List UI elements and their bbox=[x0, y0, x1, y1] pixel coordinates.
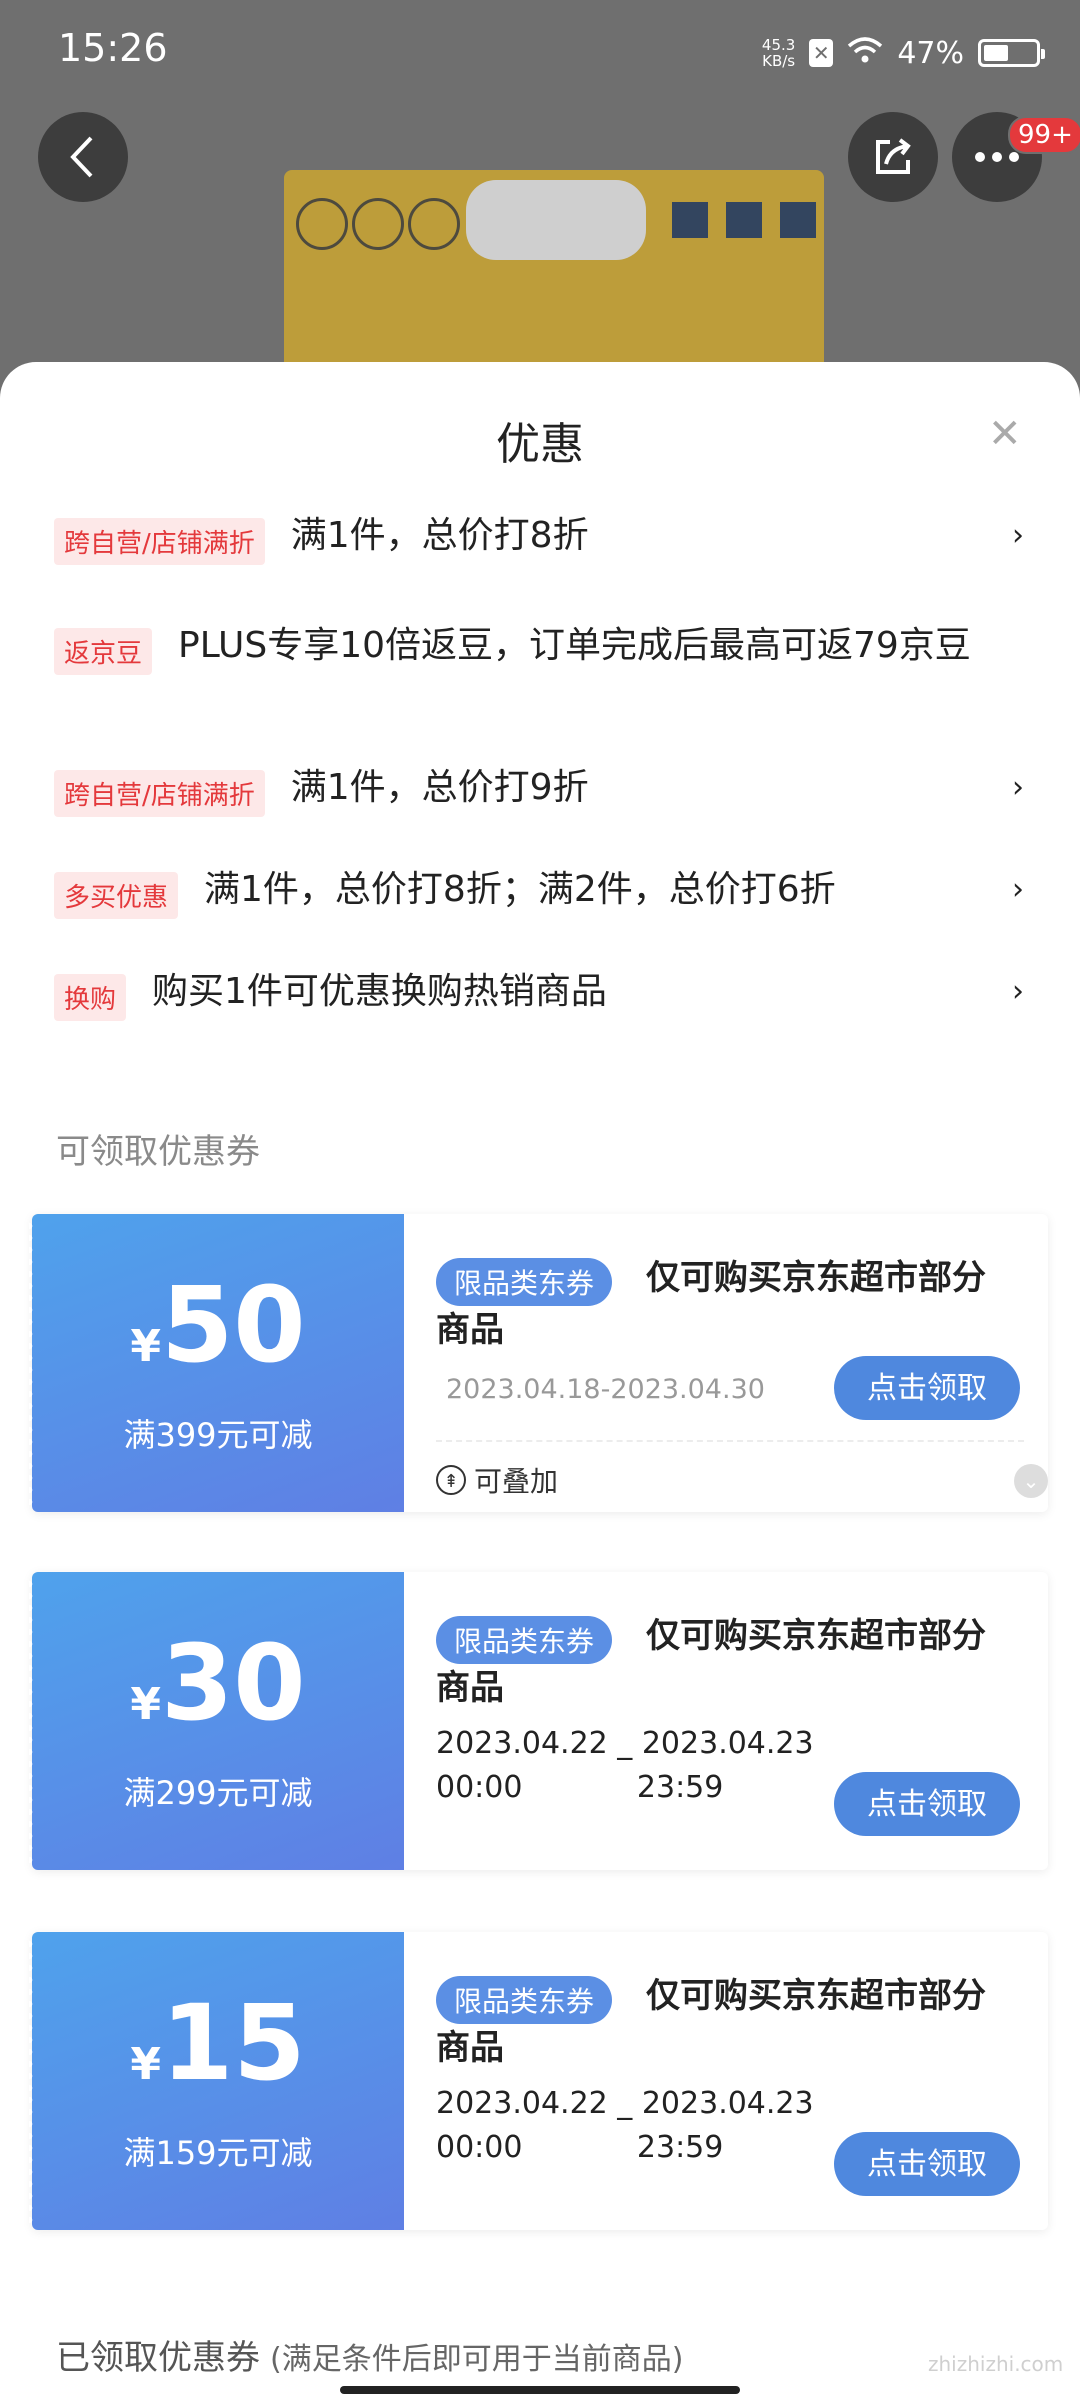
divider bbox=[436, 1440, 1024, 1442]
available-coupons-heading: 可领取优惠券 bbox=[56, 1132, 260, 1172]
coupon-validity: 2023.04.22 _ 2023.04.23 00:00 23:59 bbox=[436, 2086, 814, 2165]
network-speed: 45.3 KB/s bbox=[761, 36, 796, 70]
chevron-right-icon: › bbox=[1012, 872, 1024, 907]
promotion-tag: 跨自营/店铺满折 bbox=[54, 518, 265, 565]
chevron-down-icon[interactable]: ⌄ bbox=[1014, 1464, 1048, 1498]
chevron-left-icon bbox=[70, 136, 93, 178]
coupon-info: 仅可购买京东超市部分商品 限品类东券 2023.04.22 _ 2023.04.… bbox=[436, 1572, 1048, 1870]
seal-icon bbox=[352, 198, 404, 250]
promotion-row[interactable]: 跨自营/店铺满折 满1件，总价打8折 › bbox=[54, 512, 1024, 565]
coupon-amount: ¥50 bbox=[130, 1264, 306, 1386]
seal-icon bbox=[408, 198, 460, 250]
promotion-text: PLUS专享10倍返豆，订单完成后最高可返79京豆 bbox=[178, 625, 971, 666]
watermark: zhizhizhi.com bbox=[928, 2352, 1064, 2376]
back-button[interactable] bbox=[38, 112, 128, 202]
coupon-validity: 2023.04.22 _ 2023.04.23 00:00 23:59 bbox=[436, 1726, 814, 1805]
promotion-text: 满1件，总价打9折 bbox=[290, 767, 589, 808]
coupon-amount: ¥30 bbox=[130, 1622, 306, 1744]
product-image bbox=[284, 170, 824, 370]
claim-coupon-button[interactable]: 点击领取 bbox=[834, 1356, 1020, 1420]
status-time: 15:26 bbox=[58, 26, 168, 70]
coupon-condition: 满399元可减 bbox=[123, 1416, 313, 1454]
promotion-tag: 跨自营/店铺满折 bbox=[54, 770, 265, 817]
promotion-sheet: 优惠 ✕ 跨自营/店铺满折 满1件，总价打8折 › 返京豆 PLUS专享10倍返… bbox=[0, 362, 1080, 2400]
promotion-row[interactable]: 多买优惠 满1件，总价打8折；满2件，总价打6折 › bbox=[54, 866, 1024, 919]
home-indicator[interactable] bbox=[340, 2386, 740, 2394]
qr-code-icon bbox=[672, 202, 708, 238]
qr-code-icon bbox=[726, 202, 762, 238]
coupon-type-tag: 限品类东券 bbox=[436, 1258, 613, 1306]
coupon-info: 仅可购买京东超市部分商品 限品类东券 2023.04.18-2023.04.30… bbox=[436, 1214, 1048, 1512]
stackable-label: ⇞ 可叠加 bbox=[436, 1460, 558, 1500]
close-icon[interactable]: ✕ bbox=[988, 414, 1022, 454]
battery-percent: 47% bbox=[897, 35, 964, 71]
coupon-type-tag: 限品类东券 bbox=[436, 1616, 613, 1664]
status-bar: 15:26 45.3 KB/s ✕ 47% bbox=[0, 0, 1080, 100]
notification-icon: ✕ bbox=[809, 39, 834, 67]
seal-icon bbox=[296, 198, 348, 250]
share-button[interactable] bbox=[848, 112, 938, 202]
coupon-card: ¥15 满159元可减 仅可购买京东超市部分商品 限品类东券 2023.04.2… bbox=[29, 1932, 1048, 2230]
battery-icon bbox=[978, 39, 1045, 67]
message-count-badge: 99+ bbox=[1008, 116, 1080, 154]
claimed-coupons-heading: 已领取优惠券 (满足条件后即可用于当前商品) bbox=[56, 2338, 684, 2378]
status-icons: 45.3 KB/s ✕ 47% bbox=[761, 28, 1045, 78]
coupon-value-panel: ¥15 满159元可减 bbox=[29, 1932, 404, 2230]
promotion-tag: 换购 bbox=[54, 974, 127, 1021]
chevron-right-icon: › bbox=[1012, 770, 1024, 805]
share-icon bbox=[876, 138, 911, 174]
coupon-amount: ¥15 bbox=[130, 1982, 306, 2104]
stack-icon: ⇞ bbox=[436, 1465, 466, 1495]
claim-coupon-button[interactable]: 点击领取 bbox=[834, 1772, 1020, 1836]
coupon-info: 仅可购买京东超市部分商品 限品类东券 2023.04.22 _ 2023.04.… bbox=[436, 1932, 1048, 2230]
promotion-row[interactable]: 跨自营/店铺满折 满1件，总价打9折 › bbox=[54, 764, 1024, 817]
qr-code-icon bbox=[780, 202, 816, 238]
promotion-text: 满1件，总价打8折 bbox=[290, 515, 589, 556]
promotion-text: 购买1件可优惠换购热销商品 bbox=[152, 971, 607, 1012]
coupon-validity: 2023.04.18-2023.04.30 bbox=[446, 1374, 765, 1405]
coupon-card: ¥50 满399元可减 仅可购买京东超市部分商品 限品类东券 2023.04.1… bbox=[29, 1214, 1048, 1512]
promotion-text: 满1件，总价打8折；满2件，总价打6折 bbox=[204, 869, 836, 910]
promotion-tag: 返京豆 bbox=[54, 628, 153, 675]
chevron-right-icon: › bbox=[1012, 518, 1024, 553]
promotion-row[interactable]: 换购 购买1件可优惠换购热销商品 › bbox=[54, 968, 1024, 1021]
coupon-value-panel: ¥50 满399元可减 bbox=[29, 1214, 404, 1512]
coupon-condition: 满159元可减 bbox=[123, 2134, 313, 2172]
sheet-title: 优惠 bbox=[496, 419, 584, 470]
wifi-icon bbox=[847, 36, 883, 71]
coupon-condition: 满299元可减 bbox=[123, 1774, 313, 1812]
chevron-right-icon: › bbox=[1012, 974, 1024, 1009]
coupon-value-panel: ¥30 满299元可减 bbox=[29, 1572, 404, 1870]
coupon-type-tag: 限品类东券 bbox=[436, 1976, 613, 2024]
coupon-card: ¥30 满299元可减 仅可购买京东超市部分商品 限品类东券 2023.04.2… bbox=[29, 1572, 1048, 1870]
promotion-tag: 多买优惠 bbox=[54, 872, 179, 919]
more-dots-icon bbox=[975, 152, 1019, 162]
claim-coupon-button[interactable]: 点击领取 bbox=[834, 2132, 1020, 2196]
bag-handle bbox=[466, 180, 646, 260]
promotion-row: 返京豆 PLUS专享10倍返豆，订单完成后最高可返79京豆 bbox=[54, 622, 1024, 675]
